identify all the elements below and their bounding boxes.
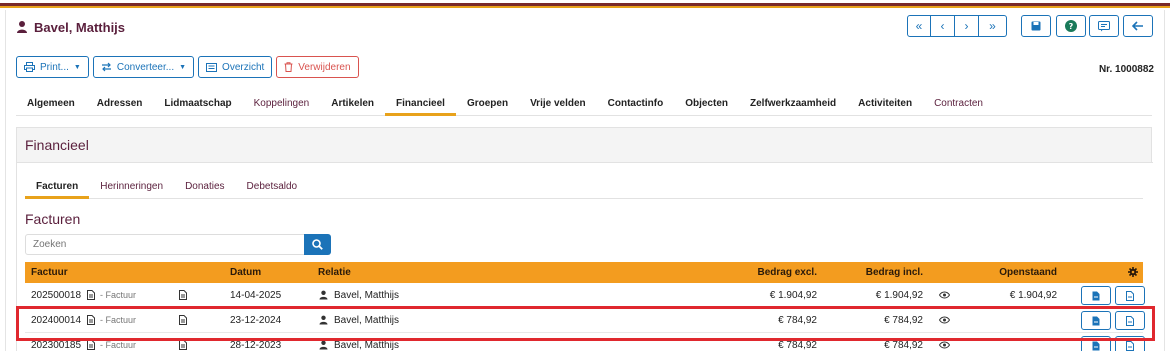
tab-koppelingen[interactable]: Koppelingen bbox=[243, 96, 321, 116]
main-tabs: Algemeen Adressen Lidmaatschap Koppeling… bbox=[16, 96, 1152, 116]
invoice-number: 202300185 bbox=[31, 340, 82, 351]
tab-objecten[interactable]: Objecten bbox=[674, 96, 739, 116]
tab-debetsaldo[interactable]: Debetsaldo bbox=[236, 177, 309, 199]
sub-tabs: Facturen Herinneringen Donaties Debetsal… bbox=[25, 177, 1143, 199]
convert-button[interactable]: Converteer... ▼ bbox=[92, 56, 195, 78]
document-icon[interactable] bbox=[87, 290, 95, 300]
invoice-date: 14-04-2025 bbox=[230, 290, 282, 301]
tab-algemeen[interactable]: Algemeen bbox=[16, 96, 86, 116]
help-icon: ? bbox=[1065, 20, 1077, 32]
col-relatie[interactable]: Relatie bbox=[318, 267, 351, 278]
file-icon bbox=[1092, 341, 1100, 350]
first-icon: « bbox=[915, 19, 923, 33]
previous-record-button[interactable]: ‹ bbox=[931, 15, 955, 37]
next-record-button[interactable]: › bbox=[955, 15, 979, 37]
convert-label: Converteer... bbox=[116, 61, 175, 73]
person-icon bbox=[319, 340, 328, 350]
view-invoice-button[interactable] bbox=[1081, 286, 1111, 305]
prev-icon: ‹ bbox=[940, 19, 945, 33]
last-icon: » bbox=[989, 19, 996, 33]
exchange-icon bbox=[101, 62, 111, 72]
eye-icon[interactable] bbox=[939, 291, 950, 299]
col-bedrag-excl[interactable]: Bedrag excl. bbox=[758, 267, 817, 278]
print-label: Print... bbox=[40, 61, 69, 73]
tab-herinneringen[interactable]: Herinneringen bbox=[89, 177, 174, 199]
row-highlight-box bbox=[16, 306, 1155, 341]
first-record-button[interactable]: « bbox=[907, 15, 931, 37]
help-button[interactable]: ? bbox=[1056, 15, 1086, 37]
file-outline-icon bbox=[1126, 340, 1134, 351]
invoice-relation[interactable]: Bavel, Matthijs bbox=[334, 290, 399, 301]
file-icon bbox=[1092, 291, 1100, 300]
col-openstaand[interactable]: Openstaand bbox=[999, 267, 1057, 278]
tab-adressen[interactable]: Adressen bbox=[86, 96, 154, 116]
eye-icon[interactable] bbox=[939, 341, 950, 349]
list-icon bbox=[206, 62, 218, 72]
document-icon[interactable] bbox=[87, 340, 95, 350]
amount-excl: € 784,92 bbox=[778, 340, 817, 351]
arrow-left-icon bbox=[1132, 21, 1143, 31]
record-navigation: « ‹ › » bbox=[907, 15, 1007, 37]
col-datum[interactable]: Datum bbox=[230, 267, 261, 278]
search-icon bbox=[312, 239, 323, 250]
tab-artikelen[interactable]: Artikelen bbox=[320, 96, 385, 116]
download-invoice-button[interactable] bbox=[1115, 286, 1145, 305]
page-title: Bavel, Matthijs bbox=[34, 19, 126, 35]
comment-icon bbox=[1098, 20, 1110, 31]
tab-contracten[interactable]: Contracten bbox=[923, 96, 994, 116]
back-button[interactable] bbox=[1123, 15, 1153, 37]
overview-button[interactable]: Overzicht bbox=[198, 56, 273, 78]
amount-open: € 1.904,92 bbox=[1009, 290, 1057, 301]
tab-groepen[interactable]: Groepen bbox=[456, 96, 519, 116]
overview-label: Overzicht bbox=[222, 61, 265, 73]
trash-icon bbox=[284, 62, 293, 72]
delete-label: Verwijderen bbox=[298, 61, 351, 73]
table-row[interactable]: 202500018 - Factuur 14-04-2025 Bavel, Ma… bbox=[25, 283, 1145, 308]
gear-icon[interactable] bbox=[1128, 267, 1138, 277]
save-button[interactable] bbox=[1021, 15, 1051, 37]
col-factuur[interactable]: Factuur bbox=[31, 267, 68, 278]
tab-zelfwerkzaamheid[interactable]: Zelfwerkzaamheid bbox=[739, 96, 847, 116]
search-input[interactable] bbox=[25, 234, 305, 255]
comment-button[interactable] bbox=[1089, 15, 1119, 37]
file-text-icon[interactable] bbox=[179, 290, 187, 300]
file-text-icon[interactable] bbox=[179, 340, 187, 350]
tab-vrije-velden[interactable]: Vrije velden bbox=[519, 96, 597, 116]
amount-excl: € 1.904,92 bbox=[769, 290, 817, 301]
top-color-bar bbox=[0, 0, 1170, 10]
svg-text:?: ? bbox=[1069, 22, 1074, 31]
file-outline-icon bbox=[1126, 290, 1134, 301]
tab-activiteiten[interactable]: Activiteiten bbox=[847, 96, 923, 116]
col-bedrag-incl[interactable]: Bedrag incl. bbox=[866, 267, 923, 278]
section-title: Facturen bbox=[25, 211, 81, 227]
amount-incl: € 784,92 bbox=[884, 340, 923, 351]
invoice-type: - Factuur bbox=[100, 290, 137, 300]
caret-down-icon: ▼ bbox=[179, 63, 187, 71]
invoice-date: 28-12-2023 bbox=[230, 340, 282, 351]
printer-icon bbox=[24, 62, 35, 72]
person-icon bbox=[17, 21, 27, 33]
panel-title: Financieel bbox=[25, 137, 89, 153]
print-button[interactable]: Print... ▼ bbox=[16, 56, 89, 78]
invoice-type: - Factuur bbox=[100, 340, 137, 350]
caret-down-icon: ▼ bbox=[73, 63, 81, 71]
save-icon bbox=[1031, 21, 1041, 31]
invoice-relation[interactable]: Bavel, Matthijs bbox=[334, 340, 399, 351]
search-button[interactable] bbox=[304, 234, 331, 255]
record-header: Bavel, Matthijs bbox=[16, 18, 125, 36]
tab-donaties[interactable]: Donaties bbox=[174, 177, 235, 199]
tab-contactinfo[interactable]: Contactinfo bbox=[597, 96, 675, 116]
invoice-number: 202500018 bbox=[31, 290, 82, 301]
table-header: Factuur Datum Relatie Bedrag excl. Bedra… bbox=[25, 262, 1143, 283]
tab-lidmaatschap[interactable]: Lidmaatschap bbox=[153, 96, 242, 116]
person-icon bbox=[319, 290, 328, 300]
action-toolbar: Print... ▼ Converteer... ▼ Overzicht Ver… bbox=[16, 56, 359, 78]
last-record-button[interactable]: » bbox=[979, 15, 1007, 37]
delete-button[interactable]: Verwijderen bbox=[276, 56, 359, 78]
next-icon: › bbox=[964, 19, 969, 33]
tab-facturen[interactable]: Facturen bbox=[25, 177, 90, 199]
amount-incl: € 1.904,92 bbox=[875, 290, 923, 301]
tab-financieel[interactable]: Financieel bbox=[385, 96, 456, 116]
record-number: Nr. 1000882 bbox=[1098, 64, 1154, 75]
